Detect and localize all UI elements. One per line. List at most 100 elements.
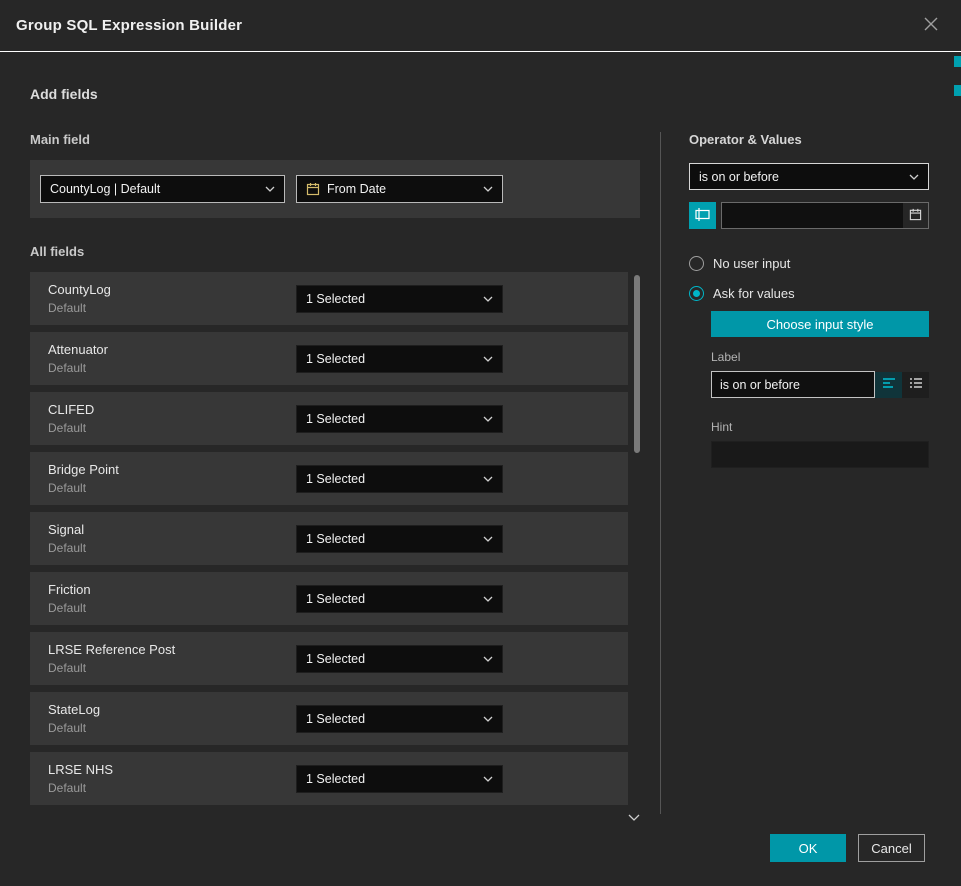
- field-select-label: 1 Selected: [306, 532, 477, 546]
- field-selected-dropdown[interactable]: 1 Selected: [296, 705, 503, 733]
- field-row: LRSE NHS Default 1 Selected: [30, 752, 628, 805]
- radio-ask-for-values-label: Ask for values: [713, 286, 795, 301]
- radio-no-user-input[interactable]: No user input: [689, 256, 929, 271]
- all-fields-label: All fields: [30, 244, 640, 259]
- list-input-style-button[interactable]: [902, 372, 929, 398]
- field-selected-dropdown[interactable]: 1 Selected: [296, 765, 503, 793]
- list-scrollbar-thumb[interactable]: [634, 275, 640, 453]
- field-select-label: 1 Selected: [306, 712, 477, 726]
- field-subtitle: Default: [48, 601, 296, 615]
- chevron-down-icon: [909, 174, 919, 180]
- add-fields-heading: Add fields: [30, 86, 931, 102]
- ok-button[interactable]: OK: [770, 834, 846, 862]
- field-name: Attenuator: [48, 342, 296, 357]
- chevron-down-icon: [483, 716, 493, 722]
- field-info: CountyLog Default: [48, 282, 296, 315]
- field-info: Bridge Point Default: [48, 462, 296, 495]
- field-select-label: 1 Selected: [306, 412, 477, 426]
- dialog-title: Group SQL Expression Builder: [16, 17, 242, 34]
- chevron-down-icon: [483, 356, 493, 362]
- field-select-label: 1 Selected: [306, 472, 477, 486]
- chevron-down-icon: [483, 476, 493, 482]
- field-info: CLIFED Default: [48, 402, 296, 435]
- chevron-down-icon: [483, 416, 493, 422]
- list-input-style-icon: [909, 376, 923, 393]
- ask-for-values-block: Choose input style Label: [711, 311, 929, 468]
- field-row: CountyLog Default 1 Selected: [30, 272, 628, 325]
- value-input[interactable]: [722, 203, 903, 228]
- field-selected-dropdown[interactable]: 1 Selected: [296, 645, 503, 673]
- close-icon: [923, 16, 939, 35]
- radio-icon: [689, 256, 704, 271]
- field-row: StateLog Default 1 Selected: [30, 692, 628, 745]
- label-field-label: Label: [711, 350, 929, 364]
- edge-scroll-marker: [954, 56, 961, 67]
- calendar-icon: [909, 208, 922, 224]
- input-field-icon: [695, 207, 710, 225]
- value-input-row: [689, 202, 929, 229]
- field-name: CLIFED: [48, 402, 296, 417]
- field-selected-dropdown[interactable]: 1 Selected: [296, 525, 503, 553]
- chevron-down-icon: [483, 186, 493, 192]
- fields-column: Main field CountyLog | Default From Date: [30, 132, 640, 812]
- main-date-field-value: From Date: [327, 182, 477, 196]
- field-selected-dropdown[interactable]: 1 Selected: [296, 285, 503, 313]
- field-row: CLIFED Default 1 Selected: [30, 392, 628, 445]
- label-input[interactable]: [711, 371, 875, 398]
- field-name: StateLog: [48, 702, 296, 717]
- hint-input[interactable]: [711, 441, 929, 468]
- layer-select[interactable]: CountyLog | Default: [40, 175, 285, 203]
- operator-select-value: is on or before: [699, 170, 903, 184]
- field-select-label: 1 Selected: [306, 352, 477, 366]
- field-subtitle: Default: [48, 421, 296, 435]
- value-input-mode-button[interactable]: [689, 202, 716, 229]
- value-date-picker-button[interactable]: [903, 203, 928, 228]
- field-selected-dropdown[interactable]: 1 Selected: [296, 465, 503, 493]
- field-row: Attenuator Default 1 Selected: [30, 332, 628, 385]
- field-select-label: 1 Selected: [306, 772, 477, 786]
- field-subtitle: Default: [48, 721, 296, 735]
- close-button[interactable]: [917, 12, 945, 40]
- field-row: Bridge Point Default 1 Selected: [30, 452, 628, 505]
- chevron-down-icon: [483, 656, 493, 662]
- value-input-wrap: [721, 202, 929, 229]
- operator-values-column: Operator & Values is on or before: [689, 132, 929, 468]
- field-info: Friction Default: [48, 582, 296, 615]
- field-name: LRSE NHS: [48, 762, 296, 777]
- radio-icon: [689, 286, 704, 301]
- field-name: LRSE Reference Post: [48, 642, 296, 657]
- operator-select[interactable]: is on or before: [689, 163, 929, 190]
- field-subtitle: Default: [48, 661, 296, 675]
- dialog-titlebar: Group SQL Expression Builder: [0, 0, 961, 52]
- dialog-body: Add fields Main field CountyLog | Defaul…: [0, 52, 961, 814]
- field-selected-dropdown[interactable]: 1 Selected: [296, 585, 503, 613]
- choose-input-style-button[interactable]: Choose input style: [711, 311, 929, 337]
- label-input-row: [711, 371, 929, 398]
- field-select-label: 1 Selected: [306, 292, 477, 306]
- vertical-divider: [660, 132, 661, 814]
- chevron-down-icon: [483, 596, 493, 602]
- field-subtitle: Default: [48, 301, 296, 315]
- field-select-label: 1 Selected: [306, 592, 477, 606]
- field-row: Signal Default 1 Selected: [30, 512, 628, 565]
- field-row: Friction Default 1 Selected: [30, 572, 628, 625]
- operator-values-heading: Operator & Values: [689, 132, 929, 147]
- main-date-field-select[interactable]: From Date: [296, 175, 503, 203]
- scroll-down-indicator[interactable]: [628, 814, 640, 821]
- edge-scroll-marker: [954, 85, 961, 96]
- cancel-button[interactable]: Cancel: [858, 834, 925, 862]
- radio-no-user-input-label: No user input: [713, 256, 790, 271]
- all-fields-list: CountyLog Default 1 Selected Attenuator …: [30, 272, 640, 805]
- main-field-label: Main field: [30, 132, 640, 147]
- radio-ask-for-values[interactable]: Ask for values: [689, 286, 929, 301]
- text-input-style-button[interactable]: [875, 372, 902, 398]
- list-scrollbar[interactable]: [634, 275, 640, 805]
- field-info: StateLog Default: [48, 702, 296, 735]
- field-subtitle: Default: [48, 481, 296, 495]
- dialog-footer: OK Cancel: [770, 834, 925, 862]
- field-selected-dropdown[interactable]: 1 Selected: [296, 405, 503, 433]
- field-selected-dropdown[interactable]: 1 Selected: [296, 345, 503, 373]
- field-subtitle: Default: [48, 781, 296, 795]
- text-input-style-icon: [882, 376, 896, 393]
- field-info: Attenuator Default: [48, 342, 296, 375]
